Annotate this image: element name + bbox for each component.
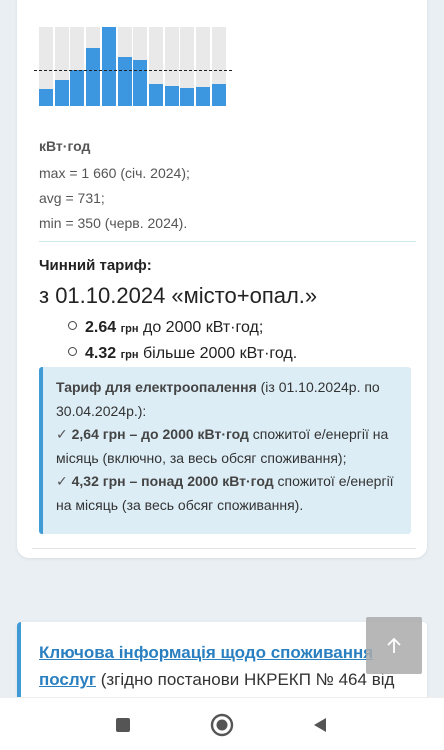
electric-heating-tariff-box: Тариф для електроопалення (із 01.10.2024… bbox=[39, 367, 411, 534]
chart-bar-track bbox=[101, 27, 116, 106]
check-icon: ✓ bbox=[56, 426, 68, 442]
rate-description: більше 2000 кВт·год. bbox=[138, 345, 298, 362]
chart-bar-track bbox=[117, 27, 132, 106]
chart-bar-track bbox=[164, 27, 179, 106]
stat-avg: avg = 731; bbox=[39, 190, 105, 206]
info-item2-bold: 4,32 грн – понад 2000 кВт·год bbox=[71, 473, 274, 489]
tariff-date-line: з 01.10.2024 «місто+опал.» bbox=[39, 283, 318, 308]
android-nav-bar bbox=[0, 697, 444, 750]
chart-bar-track bbox=[54, 27, 69, 106]
chart-bar-track bbox=[196, 27, 210, 106]
divider bbox=[39, 241, 416, 242]
scroll-to-top-button[interactable] bbox=[366, 617, 422, 674]
info-item1-bold: 2,64 грн – до 2000 кВт·год bbox=[71, 426, 249, 442]
tariff-rate-row: 2.64 грн до 2000 кВт·год; bbox=[68, 319, 263, 337]
divider bbox=[32, 548, 416, 549]
rate-description: до 2000 кВт·год; bbox=[138, 319, 264, 336]
tariff-rate-row: 4.32 грн більше 2000 кВт·год. bbox=[68, 345, 297, 363]
rate-currency: грн bbox=[120, 323, 139, 335]
chart-bar-track bbox=[133, 27, 148, 106]
stat-max: max = 1 660 (січ. 2024); bbox=[39, 165, 190, 181]
key-info-rest: (згідно постанови НКРЕКП № 464 від bbox=[96, 670, 395, 689]
key-info-text: Ключова інформація щодо споживання послу… bbox=[39, 639, 409, 693]
info-heading: Тариф для електроопалення bbox=[56, 379, 257, 395]
check-icon: ✓ bbox=[56, 473, 68, 489]
chart-bar bbox=[70, 69, 85, 106]
monthly-consumption-chart bbox=[34, 26, 232, 106]
chart-bar bbox=[164, 85, 179, 106]
chart-bar bbox=[101, 27, 116, 106]
recent-apps-button[interactable] bbox=[93, 698, 153, 750]
rate-price: 4.32 bbox=[85, 345, 117, 362]
rate-price: 2.64 bbox=[85, 319, 117, 336]
chart-bar-track bbox=[39, 27, 53, 106]
arrow-up-icon bbox=[387, 637, 401, 653]
chart-bar bbox=[148, 84, 163, 106]
chart-bar bbox=[180, 88, 195, 106]
chart-bar bbox=[39, 89, 53, 106]
chart-bar-track bbox=[211, 27, 226, 106]
stat-min: min = 350 (черв. 2024). bbox=[39, 215, 188, 231]
square-icon bbox=[116, 717, 130, 732]
triangle-back-icon bbox=[314, 717, 326, 732]
chart-bar bbox=[54, 79, 69, 106]
current-tariff-title: Чинний тариф: bbox=[39, 257, 152, 274]
circle-icon bbox=[210, 713, 234, 736]
chart-bar bbox=[133, 59, 148, 106]
chart-bar-track bbox=[70, 27, 85, 106]
chart-bar bbox=[196, 87, 210, 106]
bullet-circle-icon bbox=[68, 321, 77, 330]
rate-currency: грн bbox=[120, 349, 139, 361]
chart-bar bbox=[211, 84, 226, 106]
chart-unit-label: кВт·год bbox=[39, 138, 91, 154]
chart-bar bbox=[86, 48, 101, 106]
chart-bar-track bbox=[86, 27, 101, 106]
chart-bar-track bbox=[148, 27, 163, 106]
chart-avg-line bbox=[34, 70, 232, 72]
bullet-circle-icon bbox=[68, 347, 77, 356]
home-button[interactable] bbox=[192, 698, 252, 750]
chart-bar bbox=[117, 57, 132, 106]
back-button[interactable] bbox=[290, 698, 350, 750]
chart-bar-track bbox=[180, 27, 195, 106]
